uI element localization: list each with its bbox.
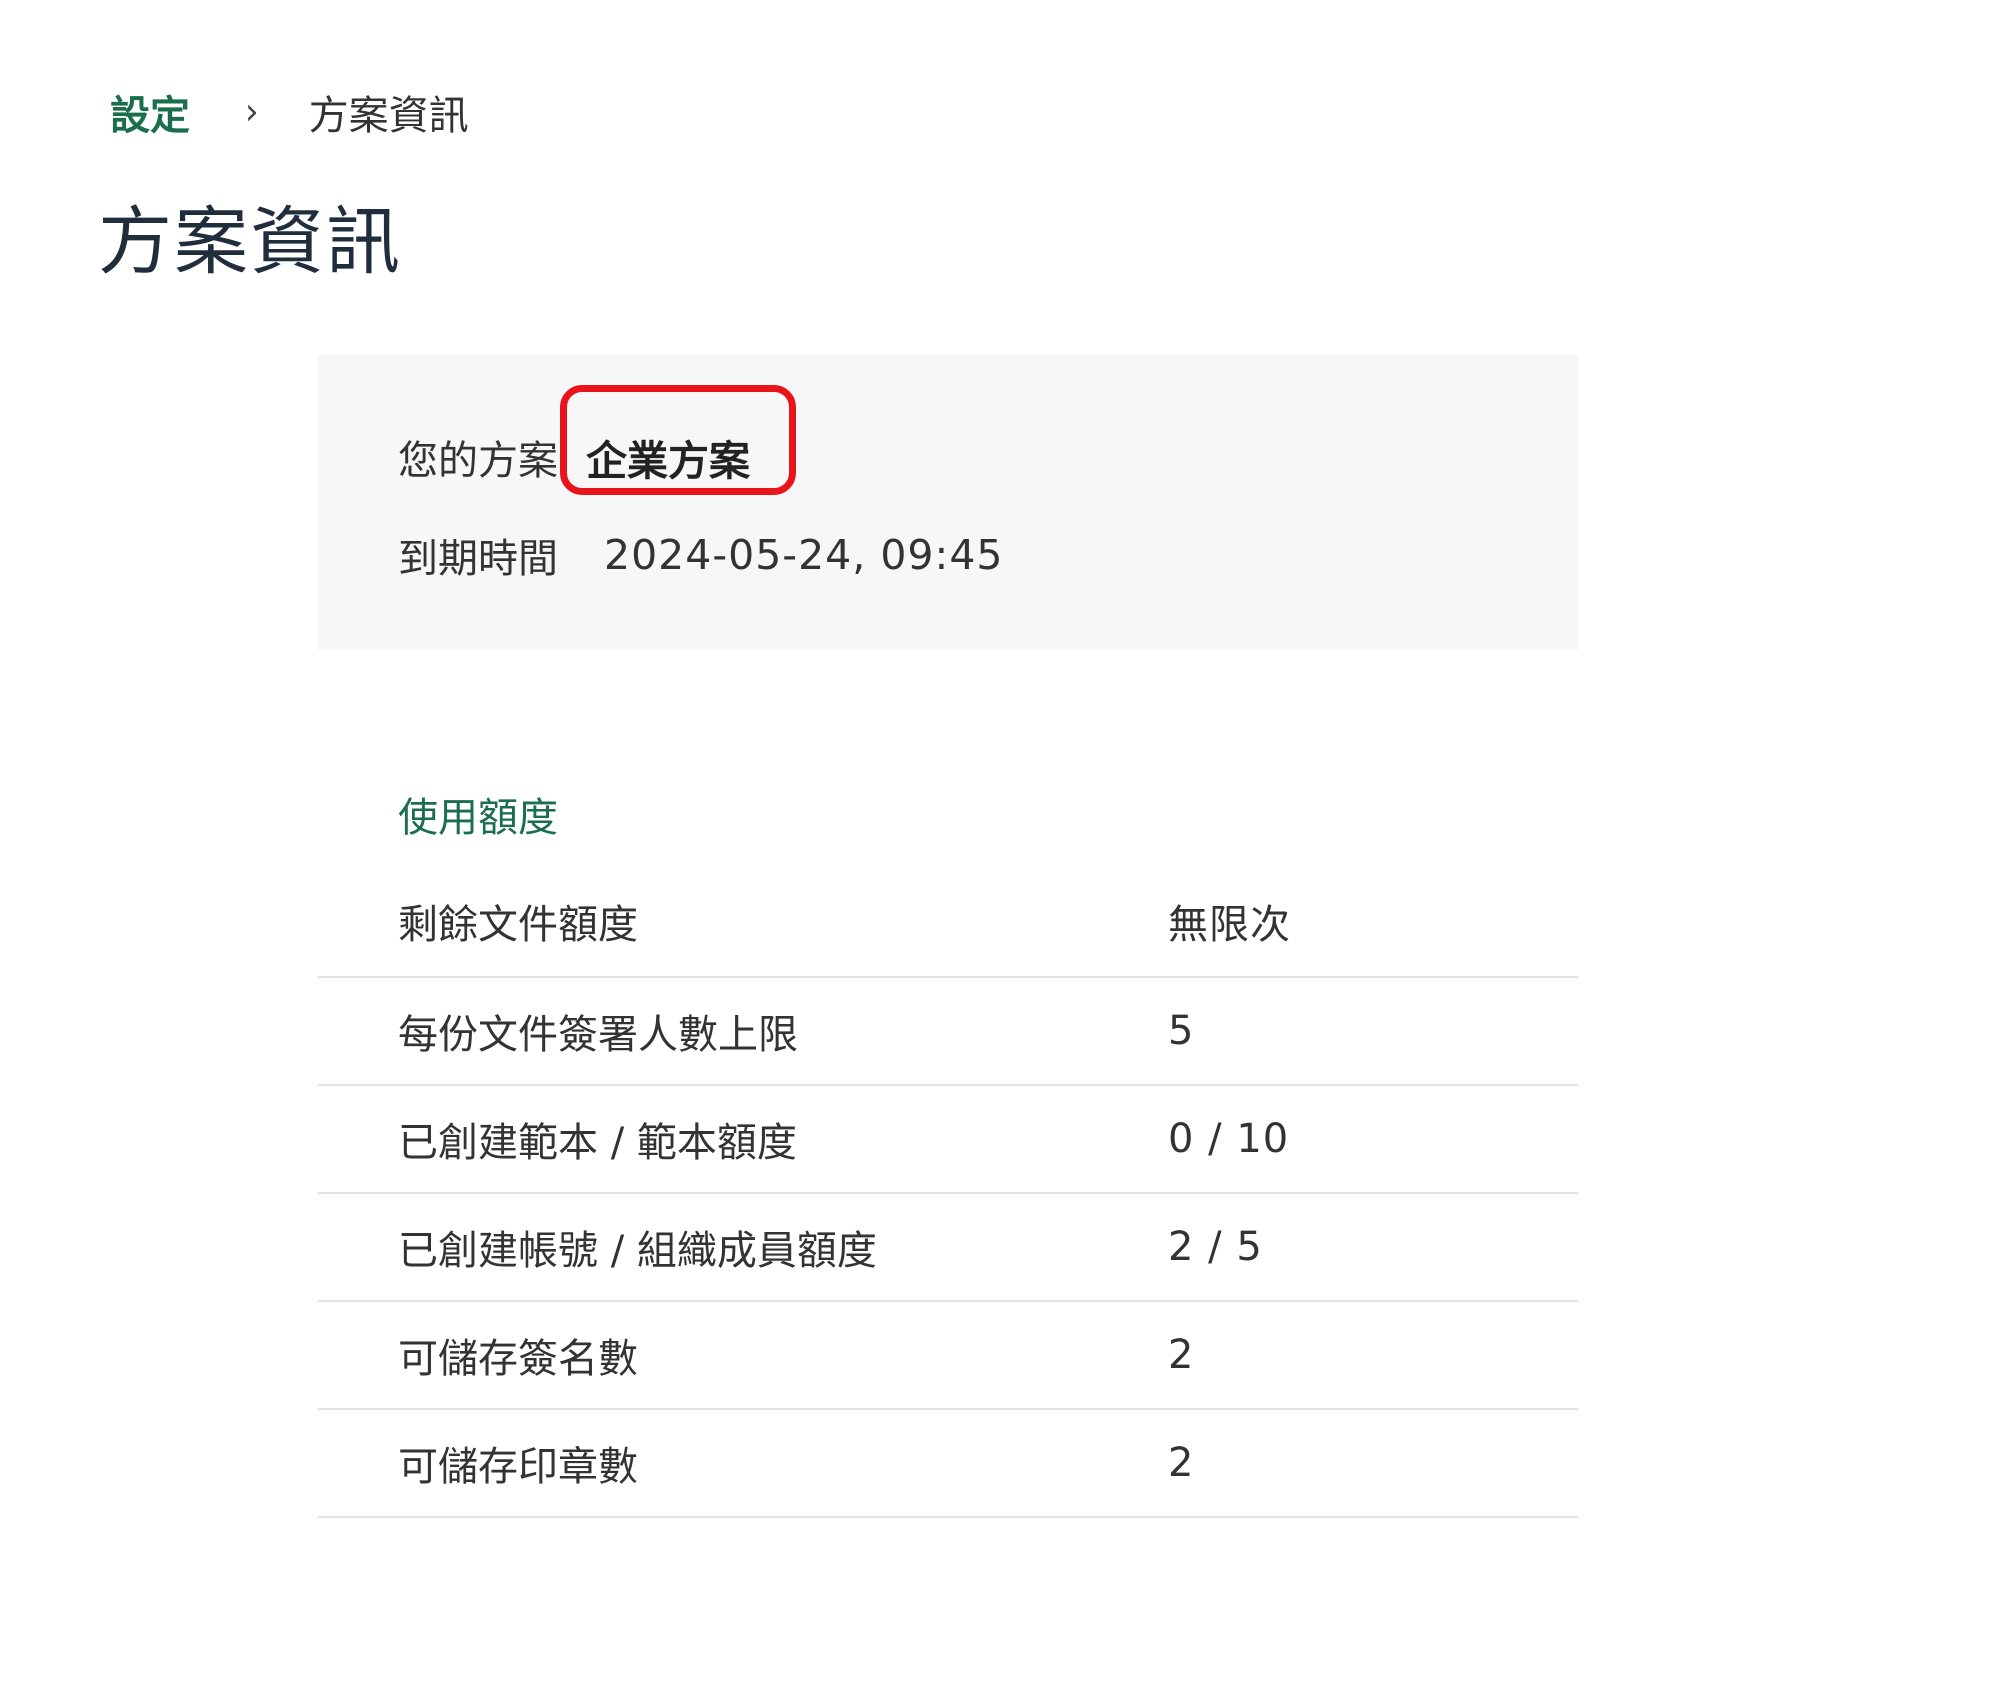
usage-row-members: 已創建帳號 / 組織成員額度 2 / 5 [318,1194,1578,1302]
plan-label: 您的方案 [398,438,558,484]
breadcrumb: 設定 › 方案資訊 [110,82,469,142]
usage-value: 2 / 5 [1168,1224,1263,1270]
usage-value: 0 / 10 [1168,1116,1290,1162]
plan-info-page: 設定 › 方案資訊 方案資訊 您的方案 企業方案 到期時間 2024-05-24… [0,0,2000,1693]
usage-label: 可儲存印章數 [398,1444,638,1490]
usage-value: 2 [1168,1440,1195,1486]
expiry-row: 到期時間 2024-05-24, 09:45 [398,525,1004,585]
usage-label: 已創建帳號 / 組織成員額度 [398,1228,877,1274]
usage-row-stamps: 可儲存印章數 2 [318,1410,1578,1518]
usage-label: 每份文件簽署人數上限 [398,1012,798,1058]
usage-row-signer-limit: 每份文件簽署人數上限 5 [318,978,1578,1086]
usage-row-templates: 已創建範本 / 範本額度 0 / 10 [318,1086,1578,1194]
usage-value: 無限次 [1168,902,1291,948]
usage-value: 2 [1168,1332,1195,1378]
expiry-value: 2024-05-24, 09:45 [604,531,1004,579]
plan-name: 企業方案 [586,437,750,485]
breadcrumb-settings-link[interactable]: 設定 [110,83,190,141]
plan-summary-card: 您的方案 企業方案 到期時間 2024-05-24, 09:45 [318,355,1578,650]
plan-row: 您的方案 企業方案 [398,385,796,497]
page-title: 方案資訊 [98,199,402,285]
breadcrumb-current: 方案資訊 [308,93,469,139]
expiry-label: 到期時間 [398,536,558,582]
usage-label: 可儲存簽名數 [398,1336,638,1382]
plan-name-container: 企業方案 [560,385,796,495]
usage-row-signatures: 可儲存簽名數 2 [318,1302,1578,1410]
usage-table: 剩餘文件額度 無限次 每份文件簽署人數上限 5 已創建範本 / 範本額度 0 /… [318,866,1578,1518]
usage-label: 已創建範本 / 範本額度 [398,1120,797,1166]
usage-row-remaining-documents: 剩餘文件額度 無限次 [318,866,1578,978]
usage-label: 剩餘文件額度 [398,902,638,948]
usage-section-title: 使用額度 [398,795,558,841]
usage-value: 5 [1168,1008,1195,1054]
chevron-right-icon: › [245,90,259,134]
